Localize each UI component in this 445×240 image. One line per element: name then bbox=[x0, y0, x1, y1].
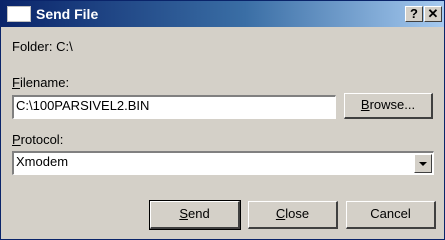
folder-value: C:\ bbox=[56, 39, 73, 54]
send-button-label: end bbox=[187, 206, 210, 221]
chevron-down-icon bbox=[419, 162, 427, 166]
browse-button-accelerator: B bbox=[360, 97, 370, 112]
folder-row: Folder: C:\ bbox=[12, 39, 73, 55]
filename-input[interactable]: C:\100PARSIVEL2.BIN bbox=[12, 95, 336, 119]
close-button-label: lose bbox=[285, 206, 310, 221]
protocol-select[interactable]: Xmodem bbox=[12, 151, 434, 175]
browse-button[interactable]: Browse... bbox=[344, 93, 433, 119]
protocol-dropdown-button[interactable] bbox=[414, 154, 432, 173]
help-button[interactable]: ? bbox=[405, 6, 423, 22]
send-button-accelerator: S bbox=[179, 206, 188, 221]
close-icon: ✕ bbox=[427, 6, 439, 21]
filename-label-text: ilename: bbox=[19, 75, 70, 90]
protocol-selected-value: Xmodem bbox=[16, 154, 69, 169]
cancel-button[interactable]: Cancel bbox=[346, 201, 436, 229]
protocol-label-accelerator: P bbox=[12, 132, 21, 147]
filename-input-value: C:\100PARSIVEL2.BIN bbox=[16, 98, 150, 113]
filename-label: Filename: bbox=[12, 75, 69, 91]
title-bar[interactable]: Send File ? ✕ bbox=[1, 1, 444, 27]
filename-label-accelerator: F bbox=[12, 75, 20, 90]
close-button[interactable]: Close bbox=[248, 201, 338, 229]
window-title: Send File bbox=[36, 6, 99, 22]
close-window-button[interactable]: ✕ bbox=[424, 6, 442, 22]
send-file-dialog: Send File ? ✕ Folder: C:\ Filename: C:\1… bbox=[0, 0, 445, 240]
browse-button-label: rowse... bbox=[369, 97, 416, 112]
close-button-accelerator: C bbox=[275, 206, 286, 221]
protocol-label-text: rotocol: bbox=[20, 132, 64, 147]
protocol-label: Protocol: bbox=[12, 132, 63, 148]
folder-label: Folder: bbox=[12, 39, 53, 54]
send-button[interactable]: Send bbox=[149, 200, 241, 230]
window-icon bbox=[7, 6, 31, 22]
